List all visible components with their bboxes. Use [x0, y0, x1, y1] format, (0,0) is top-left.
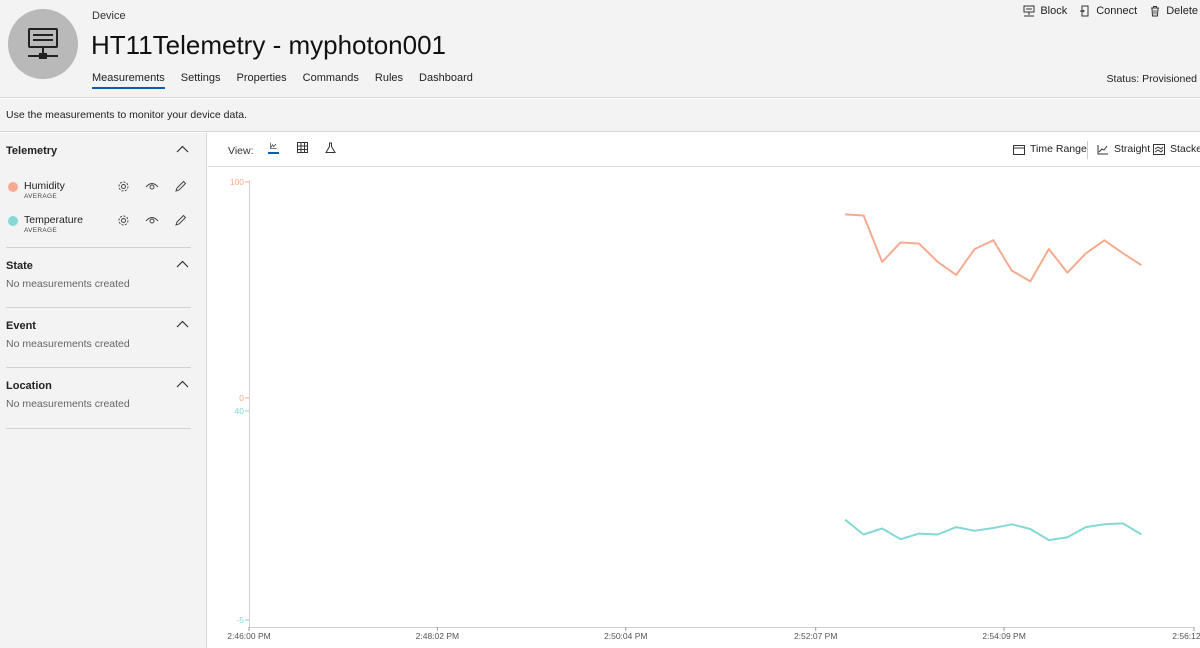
measurements-sidebar: Telemetry Humidity AVERAGE Temperature A… — [0, 133, 207, 648]
info-bar: Use the measurements to monitor your dev… — [0, 99, 1200, 132]
entity-type-label: Device — [92, 10, 126, 22]
y-tick-label: 0 — [239, 393, 244, 403]
time-range-button[interactable]: Time Range — [1013, 143, 1087, 155]
tab-rules[interactable]: Rules — [375, 72, 403, 89]
temperature-aggregation: AVERAGE — [24, 227, 58, 234]
tab-properties[interactable]: Properties — [237, 72, 287, 89]
chevron-up-icon[interactable] — [176, 260, 189, 268]
location-section: Location No measurements created — [6, 368, 191, 429]
x-tick-label: 2:50:04 PM — [604, 631, 647, 641]
y-tick-label: 100 — [230, 177, 244, 187]
gear-icon[interactable] — [117, 214, 130, 227]
humidity-label: Humidity — [24, 180, 65, 192]
eye-icon[interactable] — [145, 180, 159, 193]
block-label: Block — [1040, 5, 1068, 17]
delete-button[interactable]: Delete — [1149, 5, 1198, 17]
pencil-icon[interactable] — [174, 180, 187, 193]
humidity-series-line — [844, 213, 1143, 283]
telemetry-header[interactable]: Telemetry — [6, 133, 191, 167]
event-title: Event — [6, 320, 36, 332]
state-header[interactable]: State — [6, 248, 191, 282]
y-tick-label: -5 — [236, 615, 244, 625]
device-icon — [28, 28, 58, 59]
grid-view-icon[interactable] — [297, 142, 308, 153]
stacked-icon — [1153, 143, 1165, 155]
chevron-up-icon[interactable] — [176, 145, 189, 153]
chart-plot-layer: 2:46:00 PM 2:48:02 PM 2:50:04 PM 2:52:07 PM… — [227, 177, 1200, 641]
temperature-color-dot — [8, 216, 18, 226]
y-tick-label: 40 — [235, 406, 245, 416]
tab-dashboard[interactable]: Dashboard — [419, 72, 473, 89]
chevron-up-icon[interactable] — [176, 380, 189, 388]
telemetry-title: Telemetry — [6, 145, 58, 157]
x-tick-label: 2:48:02 PM — [416, 631, 459, 641]
event-section: Event No measurements created — [6, 308, 191, 368]
pencil-icon[interactable] — [174, 214, 187, 227]
toolbar-divider — [1087, 141, 1088, 159]
connect-button[interactable]: Connect — [1079, 5, 1137, 17]
gear-icon[interactable] — [117, 180, 130, 193]
stacked-label: Stacked — [1170, 143, 1200, 155]
tab-bar: Measurements Settings Properties Command… — [92, 72, 489, 89]
header-actions: Block Connect Delete — [1011, 5, 1198, 17]
eye-icon[interactable] — [145, 214, 159, 227]
block-button[interactable]: Block — [1023, 5, 1067, 17]
telemetry-section: Telemetry Humidity AVERAGE Temperature A… — [6, 133, 191, 248]
x-tick-label: 2:56:12 PM — [1172, 631, 1200, 641]
location-title: Location — [6, 380, 52, 392]
tab-commands[interactable]: Commands — [303, 72, 359, 89]
block-icon — [1023, 5, 1035, 17]
calendar-icon — [1013, 144, 1025, 155]
line-chart-view-icon[interactable] — [268, 142, 279, 154]
measurement-humidity[interactable]: Humidity AVERAGE — [6, 177, 191, 211]
telemetry-chart: 2:46:00 PM 2:48:02 PM 2:50:04 PM 2:52:07 PM… — [227, 177, 1200, 641]
tab-settings[interactable]: Settings — [181, 72, 221, 89]
temperature-label: Temperature — [24, 214, 83, 226]
humidity-color-dot — [8, 182, 18, 192]
temperature-series-line — [844, 518, 1143, 542]
state-title: State — [6, 260, 33, 272]
chart-toolbar: View: Time Range Straight Stacke — [208, 133, 1200, 167]
straight-label: Straight — [1114, 143, 1151, 155]
stacked-button[interactable]: Stacked — [1153, 143, 1200, 155]
straight-line-icon — [1097, 144, 1108, 154]
location-header[interactable]: Location — [6, 368, 191, 402]
info-text: Use the measurements to monitor your dev… — [6, 109, 248, 121]
event-header[interactable]: Event — [6, 308, 191, 342]
delete-label: Delete — [1166, 5, 1198, 17]
status-text: Status: Provisioned — [1106, 73, 1197, 85]
x-tick-label: 2:54:09 PM — [982, 631, 1025, 641]
view-label: View: — [228, 145, 254, 157]
time-range-label: Time Range — [1030, 143, 1087, 155]
device-avatar — [8, 9, 78, 79]
state-section: State No measurements created — [6, 248, 191, 308]
connect-icon — [1080, 5, 1089, 17]
chevron-up-icon[interactable] — [176, 320, 189, 328]
page-title: HT11Telemetry - myphoton001 — [91, 30, 447, 60]
x-tick-label: 2:52:07 PM — [794, 631, 837, 641]
x-tick-label: 2:46:00 PM — [227, 631, 270, 641]
straight-button[interactable]: Straight — [1097, 143, 1150, 155]
humidity-aggregation: AVERAGE — [24, 193, 58, 200]
measurement-temperature[interactable]: Temperature AVERAGE — [6, 211, 191, 245]
device-header: Device HT11Telemetry - myphoton001 Measu… — [0, 0, 1200, 98]
delete-icon — [1151, 6, 1160, 17]
tab-measurements[interactable]: Measurements — [92, 72, 165, 89]
connect-label: Connect — [1096, 5, 1138, 17]
flask-view-icon[interactable] — [325, 142, 336, 154]
